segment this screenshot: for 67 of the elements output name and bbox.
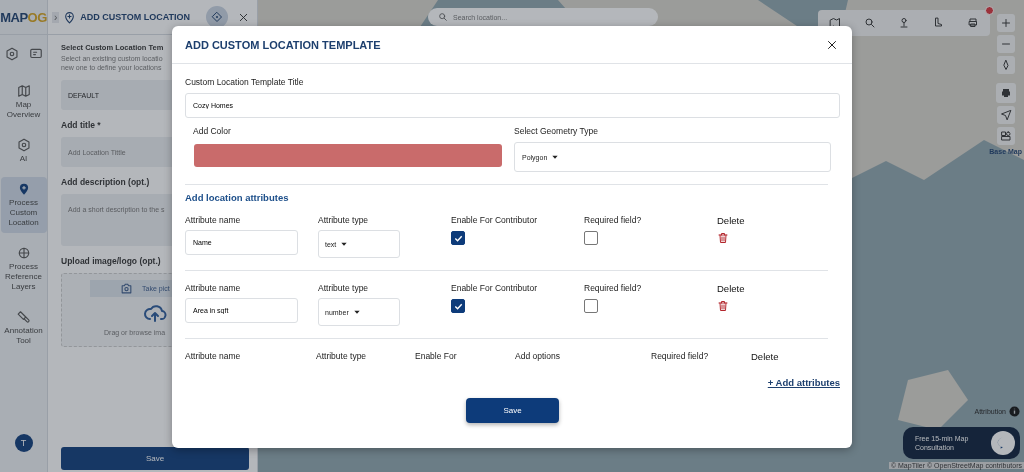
color-picker[interactable] xyxy=(194,144,502,167)
base-map-icon xyxy=(999,130,1012,142)
sidebar-item[interactable]: Process Custom Location xyxy=(0,177,47,233)
caret-icon xyxy=(352,308,361,316)
logo: MAPOG xyxy=(0,8,47,27)
boot-icon[interactable] xyxy=(932,17,945,29)
pin-plus-icon xyxy=(63,10,77,24)
info-icon[interactable] xyxy=(1009,406,1020,417)
save-button[interactable]: Save xyxy=(61,447,249,470)
avatar[interactable]: T xyxy=(14,434,33,452)
contributor-checkbox[interactable] xyxy=(451,299,465,313)
column-label: Enable For Contributor xyxy=(451,283,538,293)
sidebar-item[interactable]: Annotation Tool xyxy=(0,305,47,351)
column-label: Add options xyxy=(515,351,561,361)
settings-icon[interactable] xyxy=(4,47,19,61)
settings-icon xyxy=(16,138,31,152)
column-label: Delete xyxy=(717,215,746,226)
map-icon[interactable] xyxy=(829,17,842,29)
printer-icon[interactable] xyxy=(966,17,979,29)
search-icon xyxy=(438,12,448,22)
column-label: Delete xyxy=(751,351,780,362)
sidebar-item[interactable]: Process Reference Layers xyxy=(0,241,47,297)
add-attributes-link[interactable]: + Add attributes xyxy=(767,377,840,388)
navigation-arrow-icon xyxy=(999,109,1012,121)
close-icon[interactable] xyxy=(238,11,249,23)
map-icon xyxy=(16,84,31,98)
sidebar-item[interactable]: AI xyxy=(0,133,47,169)
contributor-checkbox[interactable] xyxy=(451,231,465,245)
column-label: Required field? xyxy=(651,351,710,361)
printer-icon xyxy=(999,87,1012,99)
column-label: Attribute name xyxy=(185,351,242,361)
column-label: Delete xyxy=(717,283,746,294)
zoom-in-icon xyxy=(999,17,1012,29)
collapse-toggle[interactable]: › xyxy=(52,11,60,23)
panel-title: ADD CUSTOM LOCATION xyxy=(80,12,191,22)
target-button[interactable] xyxy=(206,6,228,28)
sidebar-item[interactable]: Map Overview xyxy=(0,79,47,125)
column-label: Required field? xyxy=(584,215,643,225)
camera-icon xyxy=(120,282,133,296)
column-label: Attribute type xyxy=(316,351,368,361)
column-label: Attribute name xyxy=(185,215,242,225)
dialog-title: ADD CUSTOM LOCATION TEMPLATE xyxy=(185,38,381,51)
trash-icon[interactable] xyxy=(717,300,729,312)
close-icon[interactable] xyxy=(826,38,838,51)
pencil-icon xyxy=(16,310,31,324)
save-button[interactable]: Save xyxy=(466,398,559,423)
field-label: Add title * xyxy=(61,120,101,131)
screen-icon[interactable] xyxy=(28,47,43,61)
field-label: Upload image/logo (opt.) xyxy=(61,256,161,267)
caret-icon xyxy=(340,240,349,248)
crosshair-icon xyxy=(211,11,223,23)
field-label: Add Color xyxy=(192,126,232,136)
globe-icon xyxy=(16,246,31,260)
search-icon[interactable] xyxy=(863,17,876,29)
printer-button[interactable] xyxy=(995,83,1016,103)
column-label: Enable For xyxy=(415,351,458,361)
field-label: Select Geometry Type xyxy=(514,126,599,136)
caret-icon xyxy=(551,153,560,161)
field-label: Add description (opt.) xyxy=(61,177,150,188)
column-label: Attribute type xyxy=(318,283,370,293)
column-label: Enable For Contributor xyxy=(451,215,538,225)
column-label: Required field? xyxy=(584,283,643,293)
required-checkbox[interactable] xyxy=(584,231,598,245)
trash-icon[interactable] xyxy=(717,232,729,244)
column-label: Attribute type xyxy=(318,215,370,225)
column-label: Attribute name xyxy=(185,283,242,293)
required-checkbox[interactable] xyxy=(584,299,598,313)
